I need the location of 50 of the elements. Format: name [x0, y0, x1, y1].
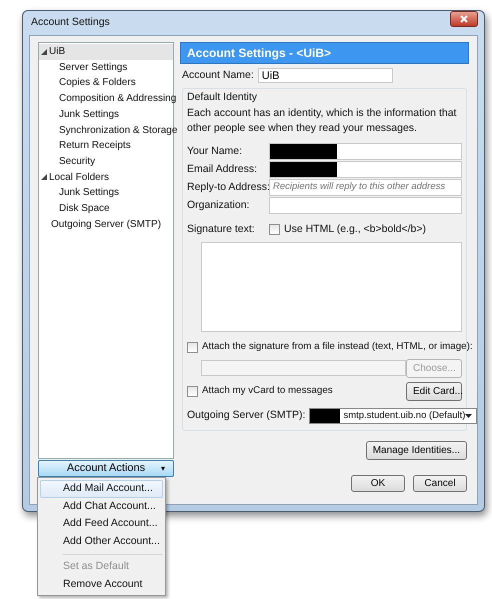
tree-item[interactable]: Local Folders — [39, 170, 173, 186]
text-field[interactable] — [269, 197, 462, 214]
reply-to-field[interactable]: Recipients will reply to this other address — [269, 179, 462, 196]
field-label: Signature text: — [187, 222, 256, 237]
field-label: Your Name: — [187, 144, 244, 159]
checkbox[interactable] — [269, 224, 280, 235]
panel-header: Account Settings - <UiB> — [180, 42, 469, 64]
close-icon — [460, 15, 468, 23]
checkbox-label: Use HTML (e.g., <b>bold</b>) — [284, 222, 426, 237]
menu-item[interactable]: Add Feed Account... — [40, 515, 163, 534]
window-title: Account Settings — [31, 15, 110, 30]
manage-identities-button[interactable]: Manage Identities... — [366, 440, 467, 460]
server-dropdown[interactable]: smtp.student.uib.no (Default) — [309, 408, 478, 424]
dropdown-value: smtp.student.uib.no (Default) — [342, 408, 466, 423]
menu-item[interactable]: Add Chat Account... — [40, 498, 163, 516]
tree-item[interactable]: Copies & Folders — [39, 75, 173, 92]
field-label: Account Name: — [182, 68, 254, 83]
tree-item[interactable]: Return Receipts — [39, 138, 173, 154]
field-label: Organization: — [187, 198, 250, 213]
checkbox-label: Attach my vCard to messages — [202, 384, 333, 398]
menu-item[interactable]: Add Other Account... — [40, 533, 163, 551]
field-label: Reply-to Address: — [187, 180, 269, 195]
tree-item[interactable]: Server Settings — [39, 60, 173, 76]
dropdown-arrow-icon — [465, 414, 472, 418]
tree-item[interactable]: Outgoing Server (SMTP) — [39, 216, 173, 232]
tree-item[interactable]: Junk Settings — [39, 106, 173, 123]
expand-triangle-icon[interactable] — [41, 174, 47, 180]
checkbox[interactable] — [187, 342, 198, 353]
menu-item[interactable]: Remove Account — [40, 576, 163, 594]
field-label: Outgoing Server (SMTP): — [187, 408, 306, 423]
expand-triangle-icon[interactable] — [41, 48, 47, 55]
text-field[interactable] — [269, 161, 462, 178]
group-title: Default Identity — [187, 90, 258, 105]
dialog-button[interactable]: Cancel — [413, 475, 467, 492]
text-field[interactable] — [269, 143, 462, 160]
checkbox[interactable] — [187, 386, 198, 397]
description-text: Each account has an identity, which is the information that other people see when they read your messages. — [187, 106, 458, 136]
tree-item[interactable]: UiB — [39, 44, 173, 60]
menu-item[interactable]: Add Mail Account... — [40, 480, 163, 498]
edit-card-button[interactable]: Edit Card... — [406, 382, 462, 401]
tree-item[interactable]: Security — [39, 154, 173, 170]
checkbox-label: Attach the signature from a file instead (text, HTML, or image): — [202, 340, 473, 354]
dialog-button[interactable]: OK — [351, 475, 405, 492]
account-name-field[interactable]: UiB — [258, 68, 393, 84]
tree-item[interactable]: Junk Settings — [39, 185, 173, 202]
tree-item[interactable]: Disk Space — [39, 201, 173, 217]
signature-textarea[interactable] — [201, 242, 462, 332]
account-actions-button[interactable]: Account Actions ▾ — [38, 460, 174, 477]
field-label: Email Address: — [187, 162, 258, 177]
close-button[interactable] — [450, 11, 478, 27]
